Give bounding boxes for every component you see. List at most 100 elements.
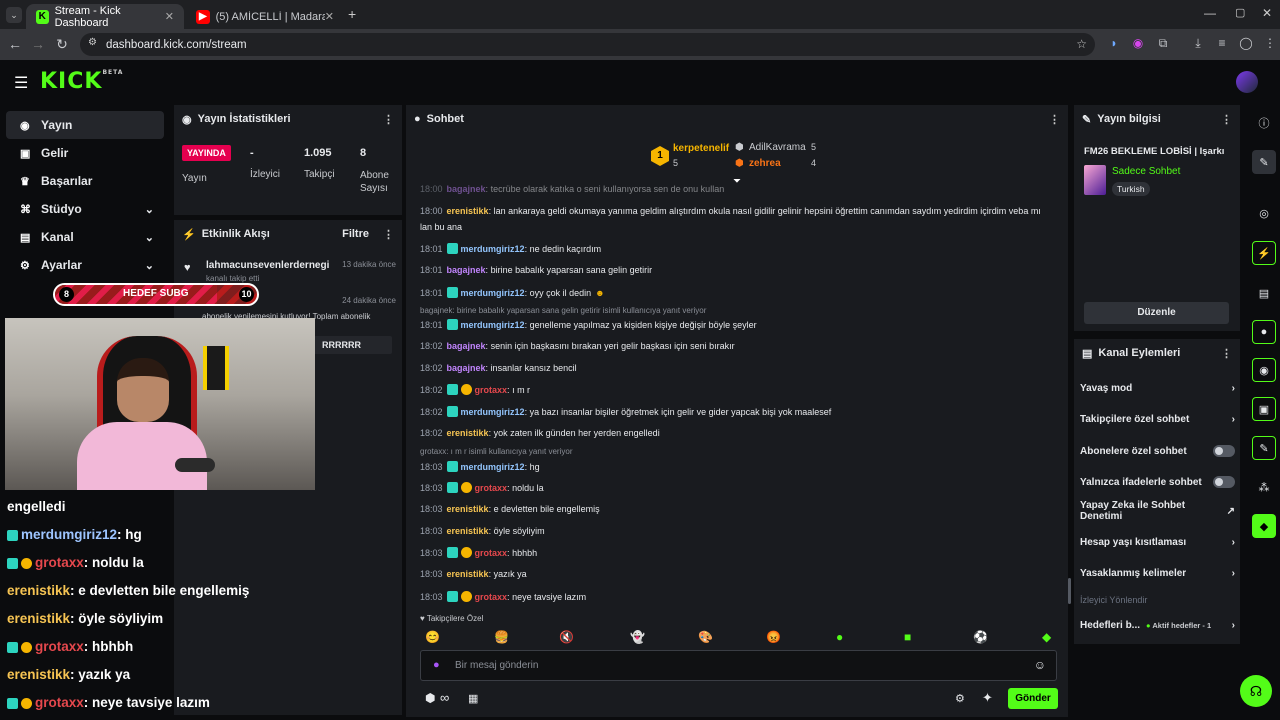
emote-icon[interactable]: 😊 (425, 630, 440, 644)
download-icon[interactable]: ⤓ (1190, 36, 1206, 52)
sidebar-item-yayin[interactable]: ◉ Yayın (6, 111, 164, 139)
collapse-icon[interactable]: ⏷ (733, 176, 741, 187)
store-icon[interactable]: ▦ (468, 692, 478, 705)
chat-message[interactable]: 18:02 grotaxx: ı m r (420, 384, 530, 395)
chat-username[interactable]: merdumgiriz12 (461, 320, 525, 330)
close-icon[interactable]: ✕ (325, 10, 334, 23)
more-options-icon[interactable]: ⋮ (1049, 113, 1060, 126)
chat-username[interactable]: grotaxx (475, 385, 508, 395)
kicks-icon[interactable]: ✦ (982, 690, 993, 706)
chat-username[interactable]: grotaxx (475, 592, 508, 602)
app-icon[interactable]: ◆ (1252, 514, 1276, 538)
chat-username[interactable]: merdumgiriz12 (461, 462, 525, 472)
close-icon[interactable]: ✕ (165, 10, 174, 23)
chat-username[interactable]: grotaxx (475, 483, 508, 493)
more-options-icon[interactable]: ⋮ (1221, 347, 1232, 360)
chat-username[interactable]: bagajnek (447, 363, 486, 373)
chat-message[interactable]: 18:00 bagajnek: tecrübe olarak katıka o s… (420, 184, 724, 194)
chat-message[interactable]: 18:03 erenistikk: yazık ya (420, 569, 527, 579)
tab-kick-dashboard[interactable]: K Stream - Kick Dashboard ✕ (26, 4, 184, 29)
chat-message[interactable]: 18:03 erenistikk: e devletten bile engell… (420, 504, 600, 514)
media-icon[interactable]: ≡ (1214, 36, 1230, 52)
chat-message[interactable]: 18:02 erenistikk: yok zaten ilk günden he… (420, 428, 660, 438)
emote-icon[interactable]: 🍔 (494, 630, 509, 644)
emote-icon[interactable]: ● (836, 630, 843, 644)
url-input[interactable]: ⚙ dashboard.kick.com/stream ☆ (80, 33, 1095, 56)
scrollbar[interactable] (1068, 578, 1071, 604)
extension-icon[interactable]: ◉ (1130, 36, 1146, 52)
emotes-only-toggle[interactable] (1213, 476, 1235, 488)
tab-list-button[interactable]: ⌄ (6, 7, 22, 23)
chat-message[interactable]: 18:02 bagajnek: senin için başkasını bıra… (420, 341, 735, 351)
chat-message[interactable]: 18:03 erenistikk: öyle söyliyim (420, 526, 545, 536)
chat-username[interactable]: erenistikk (447, 569, 489, 579)
action-goals[interactable]: Hedefleri b... ● Aktif hedefler - 1 › (1080, 620, 1235, 631)
tab-youtube[interactable]: ▶ (5) AMİCELLİ | Madara Olduk # ✕ (186, 4, 344, 29)
kick-logo[interactable]: KICKBETA (40, 69, 123, 94)
chat-username[interactable]: bagajnek (447, 265, 486, 275)
grid-icon[interactable]: ▣ (1252, 397, 1276, 421)
info-icon[interactable]: ⓘ (1252, 111, 1276, 135)
chat-username[interactable]: merdumgiriz12 (461, 244, 525, 254)
top-gifter-name[interactable]: kerpetenelif (673, 143, 729, 154)
chat-message[interactable]: 18:01 merdumgiriz12: genelleme yapılmaz y… (420, 319, 757, 330)
action-ai-moderation[interactable]: Yapay Zeka ile Sohbet Denetimi ↗ (1080, 500, 1235, 522)
site-info-icon[interactable]: ⚙ (88, 37, 97, 48)
dots-icon[interactable]: ⁂ (1252, 475, 1276, 499)
chat-message[interactable]: 18:00 erenistikk: lan ankaraya geldi okum… (420, 206, 1041, 216)
camera-icon[interactable]: ◎ (1252, 201, 1276, 225)
close-window-button[interactable]: ✕ (1262, 6, 1272, 20)
action-account-age[interactable]: Hesap yaşı kısıtlaması › (1080, 537, 1235, 548)
chat-username[interactable]: merdumgiriz12 (461, 288, 525, 298)
emote-icon[interactable]: 🎨 (698, 630, 713, 644)
extension-icon[interactable]: ◗ (1106, 36, 1122, 52)
broadcast-icon[interactable]: ◉ (1252, 358, 1276, 382)
action-slow-mode[interactable]: Yavaş mod › (1080, 383, 1235, 394)
emoji-picker-icon[interactable]: ☺ (1034, 658, 1046, 672)
chat-message[interactable]: 18:01 bagajnek: birine babalık yaparsan s… (420, 265, 652, 275)
support-chat-button[interactable]: ☊ (1240, 675, 1272, 707)
chat-input[interactable]: ● Bir mesaj gönderin ☺ (420, 650, 1057, 681)
sidebar-item-ayarlar[interactable]: ⚙ Ayarlar ⌄ (6, 251, 164, 279)
emote-icon[interactable]: 👻 (630, 630, 645, 644)
emote-icon[interactable]: ⚽ (973, 630, 988, 644)
chat-message[interactable]: 18:01 merdumgiriz12: oyy çok il dedin ☻ (420, 287, 605, 298)
reload-icon[interactable]: ↻ (50, 36, 74, 53)
chat-message[interactable]: 18:03 merdumgiriz12: hg (420, 461, 540, 472)
chat-username[interactable]: bagajnek (447, 341, 486, 351)
chat-username[interactable]: merdumgiriz12 (461, 407, 525, 417)
new-tab-button[interactable]: + (348, 6, 356, 22)
more-options-icon[interactable]: ⋮ (383, 113, 394, 126)
chat-message[interactable]: 18:01 merdumgiriz12: ne dedin kaçırdım (420, 243, 601, 254)
action-followers-only[interactable]: Takipçilere özel sohbet › (1080, 414, 1235, 425)
microphone-icon[interactable]: ● (433, 659, 440, 671)
emote-icon[interactable]: ■ (904, 630, 911, 644)
emote-icon[interactable]: 😡 (766, 630, 781, 644)
send-button[interactable]: Gönder (1008, 688, 1058, 709)
pencil-icon[interactable]: ✎ (1252, 150, 1276, 174)
hamburger-menu-icon[interactable]: ☰ (14, 73, 28, 93)
chat-username[interactable]: erenistikk (447, 206, 489, 216)
edit-button[interactable]: Düzenle (1084, 302, 1229, 324)
bookmark-star-icon[interactable]: ☆ (1076, 37, 1087, 51)
puzzle-extensions-icon[interactable]: ⧉ (1155, 36, 1171, 52)
chat-message[interactable]: 18:03 grotaxx: hbhbh (420, 547, 537, 558)
chat-username[interactable]: bagajnek (447, 184, 486, 194)
top-gifter-name[interactable]: zehrea (749, 158, 781, 169)
wrench-icon[interactable]: ✎ (1252, 436, 1276, 460)
chat-message[interactable]: 18:02 merdumgiriz12: ya bazı insanlar biş… (420, 406, 831, 417)
chat-username[interactable]: erenistikk (447, 428, 489, 438)
maximize-button[interactable]: ▢ (1235, 6, 1245, 19)
gear-icon[interactable]: ⚙ (955, 692, 965, 705)
category-name[interactable]: Sadece Sohbet (1112, 166, 1180, 177)
chat-username[interactable]: erenistikk (447, 504, 489, 514)
chat-message[interactable]: 18:02 bagajnek: insanlar kansız bencil (420, 363, 577, 373)
action-emotes-only[interactable]: Yalnızca ifadelerle sohbet (1080, 476, 1235, 488)
minimize-button[interactable]: — (1204, 6, 1216, 20)
points-icon[interactable]: ⬢ (425, 691, 435, 705)
filter-button[interactable]: Filtre (342, 228, 369, 240)
chat-username[interactable]: grotaxx (475, 548, 508, 558)
back-icon[interactable]: ← (3, 36, 27, 52)
chat-message[interactable]: 18:03 grotaxx: noldu la (420, 482, 544, 493)
chat-message[interactable]: lan bu ana (420, 222, 462, 232)
